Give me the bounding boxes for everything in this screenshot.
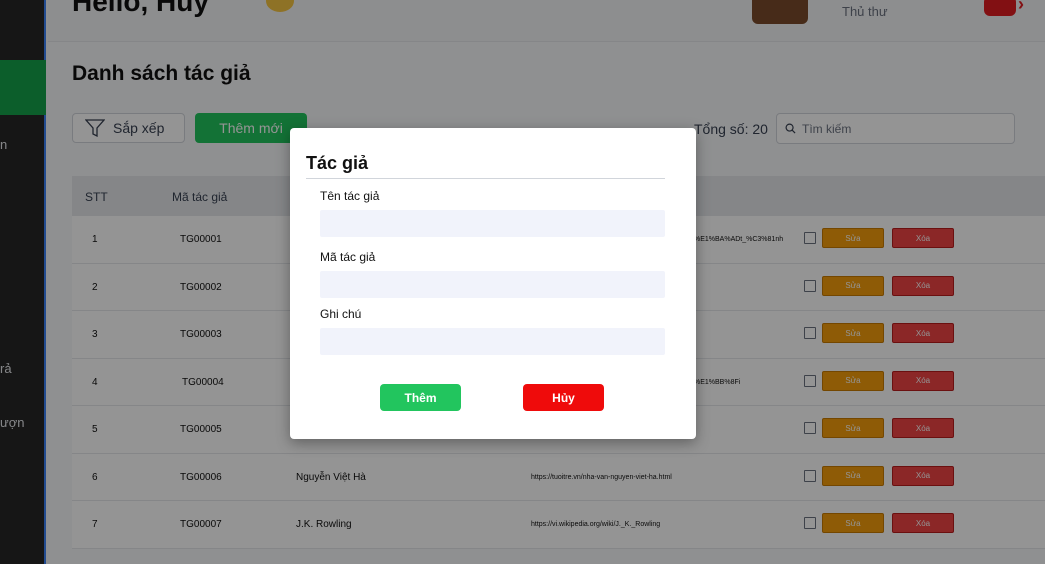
author-name-input[interactable] (320, 210, 665, 237)
note-label: Ghi chú (320, 307, 362, 321)
modal-divider (306, 178, 665, 179)
author-name-label: Tên tác giả (320, 189, 380, 203)
modal-add-button[interactable]: Thêm (380, 384, 461, 411)
note-input[interactable] (320, 328, 665, 355)
author-code-input[interactable] (320, 271, 665, 298)
modal-cancel-button[interactable]: Hủy (523, 384, 604, 411)
author-code-label: Mã tác giả (320, 250, 376, 264)
modal-title: Tác giả (306, 153, 369, 173)
author-modal: Tác giả Tên tác giả Mã tác giả Ghi chú T… (290, 128, 696, 439)
